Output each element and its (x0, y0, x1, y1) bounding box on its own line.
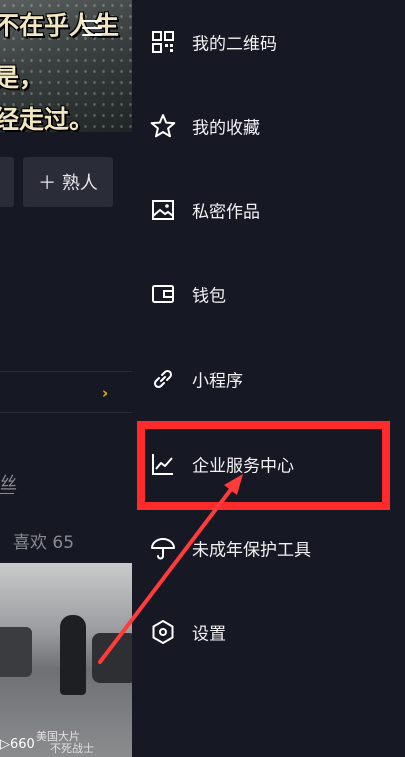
umbrella-icon (151, 538, 175, 560)
tab-likes[interactable]: 喜欢 65 (13, 528, 74, 553)
menu-item-settings[interactable]: 设置 (132, 590, 405, 674)
hamburger-menu-icon[interactable] (82, 20, 102, 36)
menu-item-private-works[interactable]: 私密作品 (132, 168, 405, 252)
edit-profile-button[interactable] (0, 157, 14, 207)
divider (0, 412, 132, 413)
add-friend-button[interactable]: ＋ 熟人 (23, 157, 113, 207)
menu-item-favorites[interactable]: 我的收藏 (132, 84, 405, 168)
menu-item-label: 私密作品 (192, 202, 260, 223)
star-icon (150, 114, 176, 138)
menu-item-label: 小程序 (192, 371, 243, 392)
menu-item-label: 我的收藏 (192, 118, 260, 139)
profile-background: 不在乎人生 是， 经走过。 ＋ 熟人 › 丝 喜欢 65 ▷660 美国大片 不… (0, 0, 132, 757)
side-menu-panel: 我的二维码 我的收藏 私密作品 钱包 小程序 企业服务中心 未成年保护工具 设置 (132, 0, 405, 757)
wallet-icon (152, 285, 174, 303)
qr-code-icon (152, 31, 174, 53)
menu-item-label: 未成年保护工具 (192, 540, 311, 561)
highlight-box (137, 421, 390, 510)
menu-item-mini-programs[interactable]: 小程序 (132, 337, 405, 421)
hexagon-settings-icon (152, 620, 174, 644)
video-thumbnail[interactable] (0, 563, 132, 757)
chevron-right-icon[interactable]: › (102, 384, 108, 402)
divider (0, 371, 132, 372)
banner-text-line: 经走过。 (0, 105, 95, 132)
menu-item-label: 设置 (192, 624, 226, 645)
menu-item-qr-code[interactable]: 我的二维码 (132, 0, 405, 84)
menu-item-label: 我的二维码 (192, 34, 277, 55)
menu-item-label: 钱包 (192, 286, 226, 307)
menu-item-wallet[interactable]: 钱包 (132, 252, 405, 336)
banner-text-line: 是， (0, 63, 45, 92)
link-icon (153, 369, 173, 389)
menu-item-minor-protection[interactable]: 未成年保护工具 (132, 506, 405, 590)
play-count-icon: ▷ (0, 737, 10, 752)
image-icon (152, 200, 174, 220)
video-caption: 美国大片 不死战士 (36, 730, 94, 755)
view-count: ▷660 (0, 737, 35, 752)
profile-banner-image: 不在乎人生 是， 经走过。 (0, 0, 132, 132)
fans-link[interactable]: 丝 (0, 469, 17, 494)
